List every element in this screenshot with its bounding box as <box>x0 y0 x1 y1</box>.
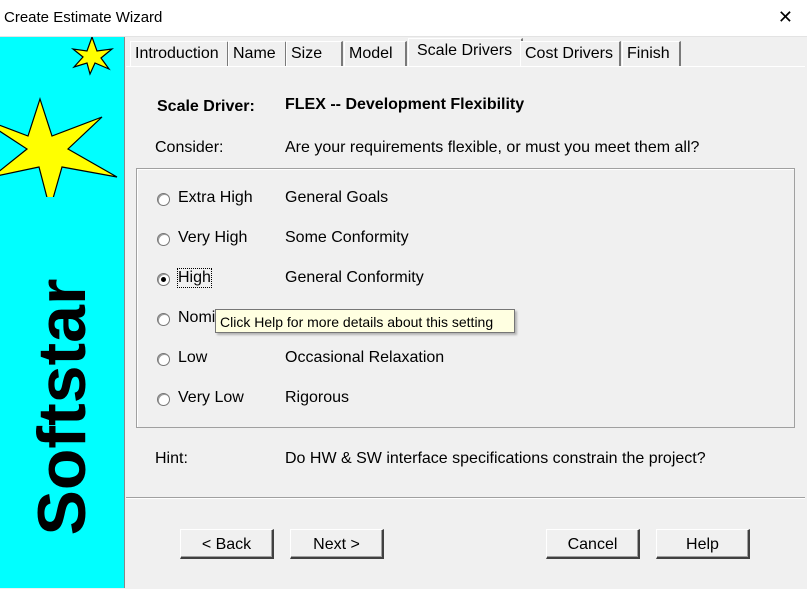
tab-finish[interactable]: Finish <box>622 41 681 66</box>
small-star-icon <box>70 37 115 76</box>
softstar-sidebar: Softstar <box>0 37 125 588</box>
tab-model[interactable]: Model <box>344 41 407 66</box>
softstar-logo-text: Softstar <box>24 278 100 536</box>
radio-button[interactable] <box>157 193 170 206</box>
scale-driver-label: Scale Driver: <box>157 98 255 115</box>
radio-button[interactable] <box>157 233 170 246</box>
consider-label: Consider: <box>155 139 224 156</box>
next-button[interactable]: Next > <box>290 529 384 559</box>
button-divider <box>126 497 805 499</box>
radio-button[interactable] <box>157 313 170 326</box>
cancel-button[interactable]: Cancel <box>546 529 640 559</box>
scale-driver-name: FLEX -- Development Flexibility <box>285 96 525 113</box>
rating-label: Very Low <box>178 389 244 406</box>
rating-label: High <box>177 268 212 288</box>
rating-label: Very High <box>178 229 248 246</box>
consider-text: Are your requirements flexible, or must … <box>285 139 700 156</box>
rating-description: General Conformity <box>285 269 424 286</box>
radio-button[interactable] <box>157 393 170 406</box>
rating-description: Occasional Relaxation <box>285 349 445 366</box>
rating-description: General Goals <box>285 189 389 206</box>
tab-introduction[interactable]: Introduction <box>130 41 229 66</box>
help-button[interactable]: Help <box>656 529 750 559</box>
rating-label: Low <box>178 349 208 366</box>
rating-description: Rigorous <box>285 389 350 406</box>
tab-scale-drivers[interactable]: Scale Drivers <box>408 38 523 67</box>
tab-size[interactable]: Size <box>286 41 343 66</box>
radio-dot-icon <box>161 277 166 282</box>
rating-label: Extra High <box>178 189 253 206</box>
title-bar: Create Estimate Wizard ✕ <box>0 0 807 37</box>
radio-button-selected[interactable] <box>157 273 170 286</box>
back-button[interactable]: < Back <box>180 529 274 559</box>
rating-description: Some Conformity <box>285 229 409 246</box>
hint-text: Do HW & SW interface specifications cons… <box>285 450 706 467</box>
large-star-icon <box>0 97 118 197</box>
tab-cost-drivers[interactable]: Cost Drivers <box>520 41 621 66</box>
radio-button[interactable] <box>157 353 170 366</box>
tab-name[interactable]: Name <box>228 41 287 66</box>
help-tooltip: Click Help for more details about this s… <box>215 309 515 333</box>
star-icons <box>0 37 118 197</box>
rating-label: Nomi <box>178 309 216 326</box>
hint-label: Hint: <box>155 450 188 467</box>
window-title: Create Estimate Wizard <box>4 9 163 26</box>
close-icon[interactable]: ✕ <box>778 7 793 27</box>
